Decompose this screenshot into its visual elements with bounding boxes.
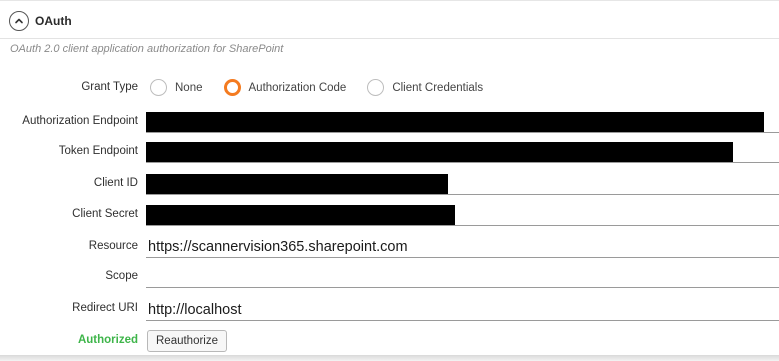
panel-bottom-shadow xyxy=(0,355,779,361)
chevron-up-icon xyxy=(15,18,23,24)
radio-label: Client Credentials xyxy=(392,81,484,94)
scope-label: Scope xyxy=(105,270,138,282)
token-endpoint-field[interactable] xyxy=(146,141,779,163)
token-endpoint-row: Token Endpoint xyxy=(0,141,779,163)
authorization-status-row: Authorized Reauthorize xyxy=(0,330,779,352)
authorization-endpoint-label: Authorization Endpoint xyxy=(22,115,138,127)
redacted-value xyxy=(146,174,448,194)
grant-type-label: Grant Type xyxy=(81,81,138,93)
collapse-button[interactable] xyxy=(9,11,29,31)
authorization-endpoint-row: Authorization Endpoint xyxy=(0,111,779,133)
authorized-status-label: Authorized xyxy=(77,334,138,346)
radio-option-none[interactable]: None xyxy=(150,79,203,96)
radio-button[interactable] xyxy=(150,79,167,96)
redacted-value xyxy=(146,142,733,162)
token-endpoint-label: Token Endpoint xyxy=(58,145,138,157)
field-value: https://scannervision365.sharepoint.com xyxy=(148,239,408,255)
grant-type-row: Grant Type None Authorization Code Clien… xyxy=(0,79,779,97)
scope-row: Scope xyxy=(0,266,779,288)
radio-option-authorization-code[interactable]: Authorization Code xyxy=(223,79,347,96)
section-header: OAuth xyxy=(9,10,72,32)
client-secret-row: Client Secret xyxy=(0,204,779,226)
scope-field[interactable] xyxy=(146,266,779,288)
radio-button[interactable] xyxy=(367,79,385,96)
client-id-label: Client ID xyxy=(93,177,138,189)
header-divider xyxy=(0,38,779,39)
section-title: OAuth xyxy=(35,14,72,28)
resource-field[interactable]: https://scannervision365.sharepoint.com xyxy=(146,236,779,258)
redacted-value xyxy=(146,112,764,132)
client-id-field[interactable] xyxy=(146,173,779,195)
resource-label: Resource xyxy=(88,240,138,252)
redirect-uri-row: Redirect URI http://localhost xyxy=(0,299,779,321)
radio-label: Authorization Code xyxy=(248,81,347,94)
redirect-uri-label: Redirect URI xyxy=(72,302,138,314)
oauth-panel: OAuth OAuth 2.0 client application autho… xyxy=(0,0,779,361)
radio-label: None xyxy=(175,81,203,94)
radio-option-client-credentials[interactable]: Client Credentials xyxy=(367,79,483,96)
grant-type-radio-group: None Authorization Code Client Credentia… xyxy=(150,79,504,96)
redirect-uri-field[interactable]: http://localhost xyxy=(146,299,779,321)
authorization-endpoint-field[interactable] xyxy=(146,111,779,133)
reauthorize-button[interactable]: Reauthorize xyxy=(147,330,228,352)
resource-row: Resource https://scannervision365.sharep… xyxy=(0,236,779,258)
section-description: OAuth 2.0 client application authorizati… xyxy=(10,43,284,55)
field-value: http://localhost xyxy=(148,302,242,318)
client-secret-field[interactable] xyxy=(146,204,779,226)
client-secret-label: Client Secret xyxy=(72,208,138,220)
radio-button-selected[interactable] xyxy=(223,79,241,96)
client-id-row: Client ID xyxy=(0,173,779,195)
redacted-value xyxy=(146,205,455,225)
